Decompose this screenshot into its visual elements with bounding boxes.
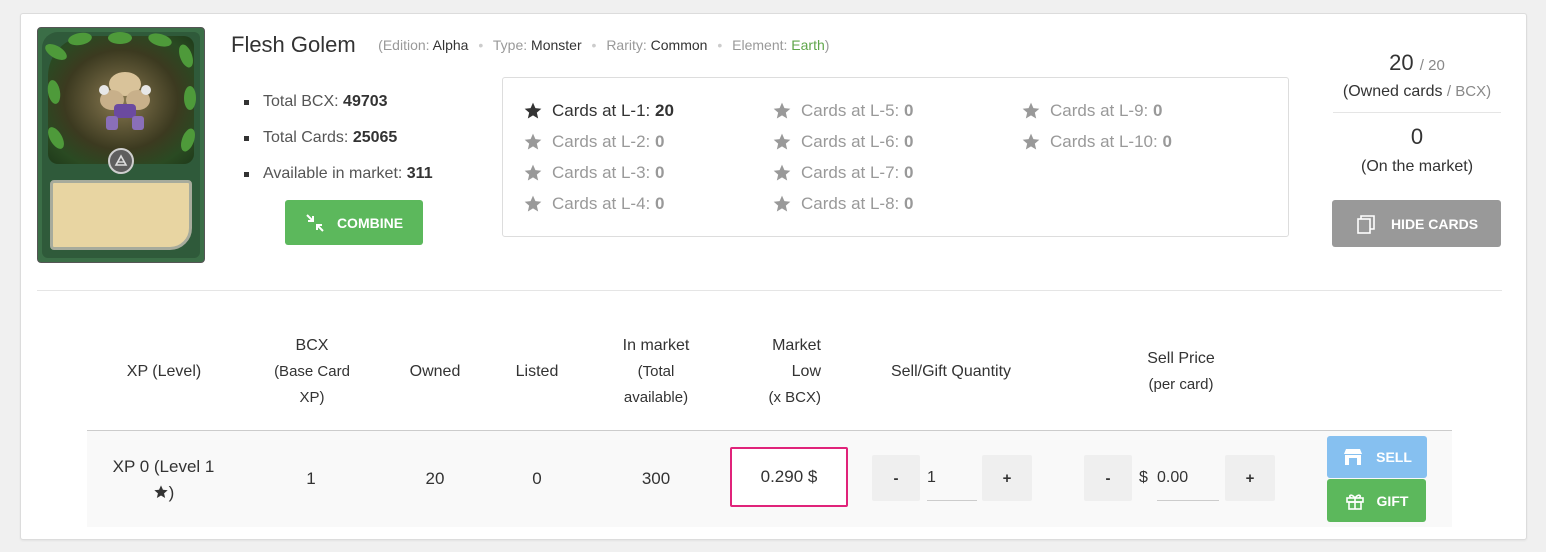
header-sell-gift-quantity: Sell/Gift Quantity	[890, 363, 1012, 380]
card-image[interactable]	[37, 27, 205, 263]
star-icon	[1021, 101, 1041, 121]
level-7-count: Cards at L-7: 0	[772, 163, 913, 183]
on-market-count: 0	[1410, 124, 1424, 149]
currency-symbol: $	[1139, 469, 1148, 486]
price-increment-button[interactable]: +	[1225, 455, 1275, 501]
price-input[interactable]	[1157, 455, 1219, 501]
level-1-count: Cards at L-1: 20	[523, 101, 674, 121]
level-label: Cards at L-4:	[552, 194, 651, 213]
level-9-count: Cards at L-9: 0	[1021, 101, 1162, 121]
earth-element-icon	[108, 148, 134, 174]
level-value: 0	[655, 132, 665, 151]
level-value: 0	[1153, 101, 1163, 120]
level-label: Cards at L-5:	[801, 101, 900, 120]
cards-icon	[1355, 214, 1377, 234]
level-value: 0	[904, 132, 914, 151]
level-8-count: Cards at L-8: 0	[772, 194, 913, 214]
star-icon	[772, 101, 792, 121]
level-label: Cards at L-1:	[552, 101, 651, 120]
header-xp-level: XP (Level)	[126, 363, 202, 380]
total-cards-item: Total Cards: 25065	[243, 126, 433, 162]
cell-in-market: 300	[641, 469, 671, 488]
level-star-icon	[153, 484, 169, 500]
total-bcx-item: Total BCX: 49703	[243, 90, 433, 126]
header-bcx: BCX (Base Card XP)	[274, 337, 350, 406]
sell-button[interactable]: SELL	[1327, 436, 1427, 478]
star-icon	[523, 194, 543, 214]
level-label: Cards at L-7:	[801, 163, 900, 182]
store-icon	[1342, 447, 1364, 467]
card-text-box	[50, 180, 192, 250]
level-value: 0	[1162, 132, 1172, 151]
card-detail-panel: Flesh Golem (Edition: Alpha • Type: Mons…	[20, 13, 1527, 540]
quantity-input[interactable]	[927, 455, 977, 501]
gift-icon	[1345, 491, 1365, 511]
gift-button[interactable]: GIFT	[1327, 479, 1426, 522]
star-icon	[772, 194, 792, 214]
cell-xp-level: XP 0 (Level 1 )	[112, 457, 215, 502]
quantity-increment-button[interactable]: +	[982, 455, 1032, 501]
owned-count: 20 / 20	[1389, 50, 1445, 75]
edition-value: Alpha	[432, 37, 469, 53]
header-sell-price: Sell Price (per card)	[1147, 350, 1215, 393]
star-icon	[1021, 132, 1041, 152]
hide-cards-button[interactable]: HIDE CARDS	[1332, 200, 1501, 247]
header-in-market: In market (Total available)	[622, 337, 690, 406]
header-owned: Owned	[409, 363, 461, 380]
level-value: 0	[904, 163, 914, 182]
level-label: Cards at L-2:	[552, 132, 651, 151]
level-6-count: Cards at L-6: 0	[772, 132, 913, 152]
card-title-row: Flesh Golem (Edition: Alpha • Type: Mons…	[231, 32, 829, 58]
header-listed: Listed	[515, 363, 559, 380]
star-icon	[523, 163, 543, 183]
star-icon	[772, 132, 792, 152]
star-icon	[523, 132, 543, 152]
card-name: Flesh Golem	[231, 32, 356, 57]
level-label: Cards at L-3:	[552, 163, 651, 182]
level-4-count: Cards at L-4: 0	[523, 194, 664, 214]
star-icon	[523, 101, 543, 121]
on-market-label: (On the market)	[1360, 158, 1474, 175]
cell-bcx: 1	[306, 469, 316, 488]
combine-button[interactable]: COMBINE	[285, 200, 423, 245]
level-5-count: Cards at L-5: 0	[772, 101, 913, 121]
level-label: Cards at L-8:	[801, 194, 900, 213]
card-levels-box: Cards at L-1: 20 Cards at L-2: 0 Cards at …	[502, 77, 1289, 237]
card-scene	[42, 31, 198, 164]
level-label: Cards at L-9:	[1050, 101, 1149, 120]
element-value: Earth	[791, 37, 825, 53]
level-value: 0	[904, 101, 914, 120]
quantity-decrement-button[interactable]: -	[872, 455, 920, 501]
level-label: Cards at L-6:	[801, 132, 900, 151]
type-value: Monster	[531, 37, 582, 53]
card-meta: (Edition: Alpha • Type: Monster • Rarity…	[378, 37, 830, 53]
compress-icon	[305, 213, 325, 233]
section-divider	[37, 290, 1502, 291]
owned-cards-label: (Owned cards / BCX)	[1342, 83, 1492, 100]
star-icon	[772, 163, 792, 183]
level-value: 20	[655, 101, 674, 120]
golem-figure-icon	[99, 72, 151, 130]
level-2-count: Cards at L-2: 0	[523, 132, 664, 152]
card-stats-list: Total BCX: 49703 Total Cards: 25065 Avai…	[243, 90, 433, 198]
cell-listed: 0	[532, 469, 542, 488]
level-3-count: Cards at L-3: 0	[523, 163, 664, 183]
market-low-value[interactable]: 0.290 $	[730, 447, 848, 507]
rarity-value: Common	[650, 37, 708, 53]
level-value: 0	[904, 194, 914, 213]
level-value: 0	[655, 163, 665, 182]
available-in-market-item: Available in market: 311	[243, 162, 433, 198]
cell-owned: 20	[425, 469, 445, 488]
price-decrement-button[interactable]: -	[1084, 455, 1132, 501]
level-label: Cards at L-10:	[1050, 132, 1158, 151]
ownership-divider	[1333, 112, 1501, 113]
level-value: 0	[655, 194, 665, 213]
header-market-low: Market Low (x BCX)	[768, 337, 822, 406]
level-10-count: Cards at L-10: 0	[1021, 132, 1172, 152]
